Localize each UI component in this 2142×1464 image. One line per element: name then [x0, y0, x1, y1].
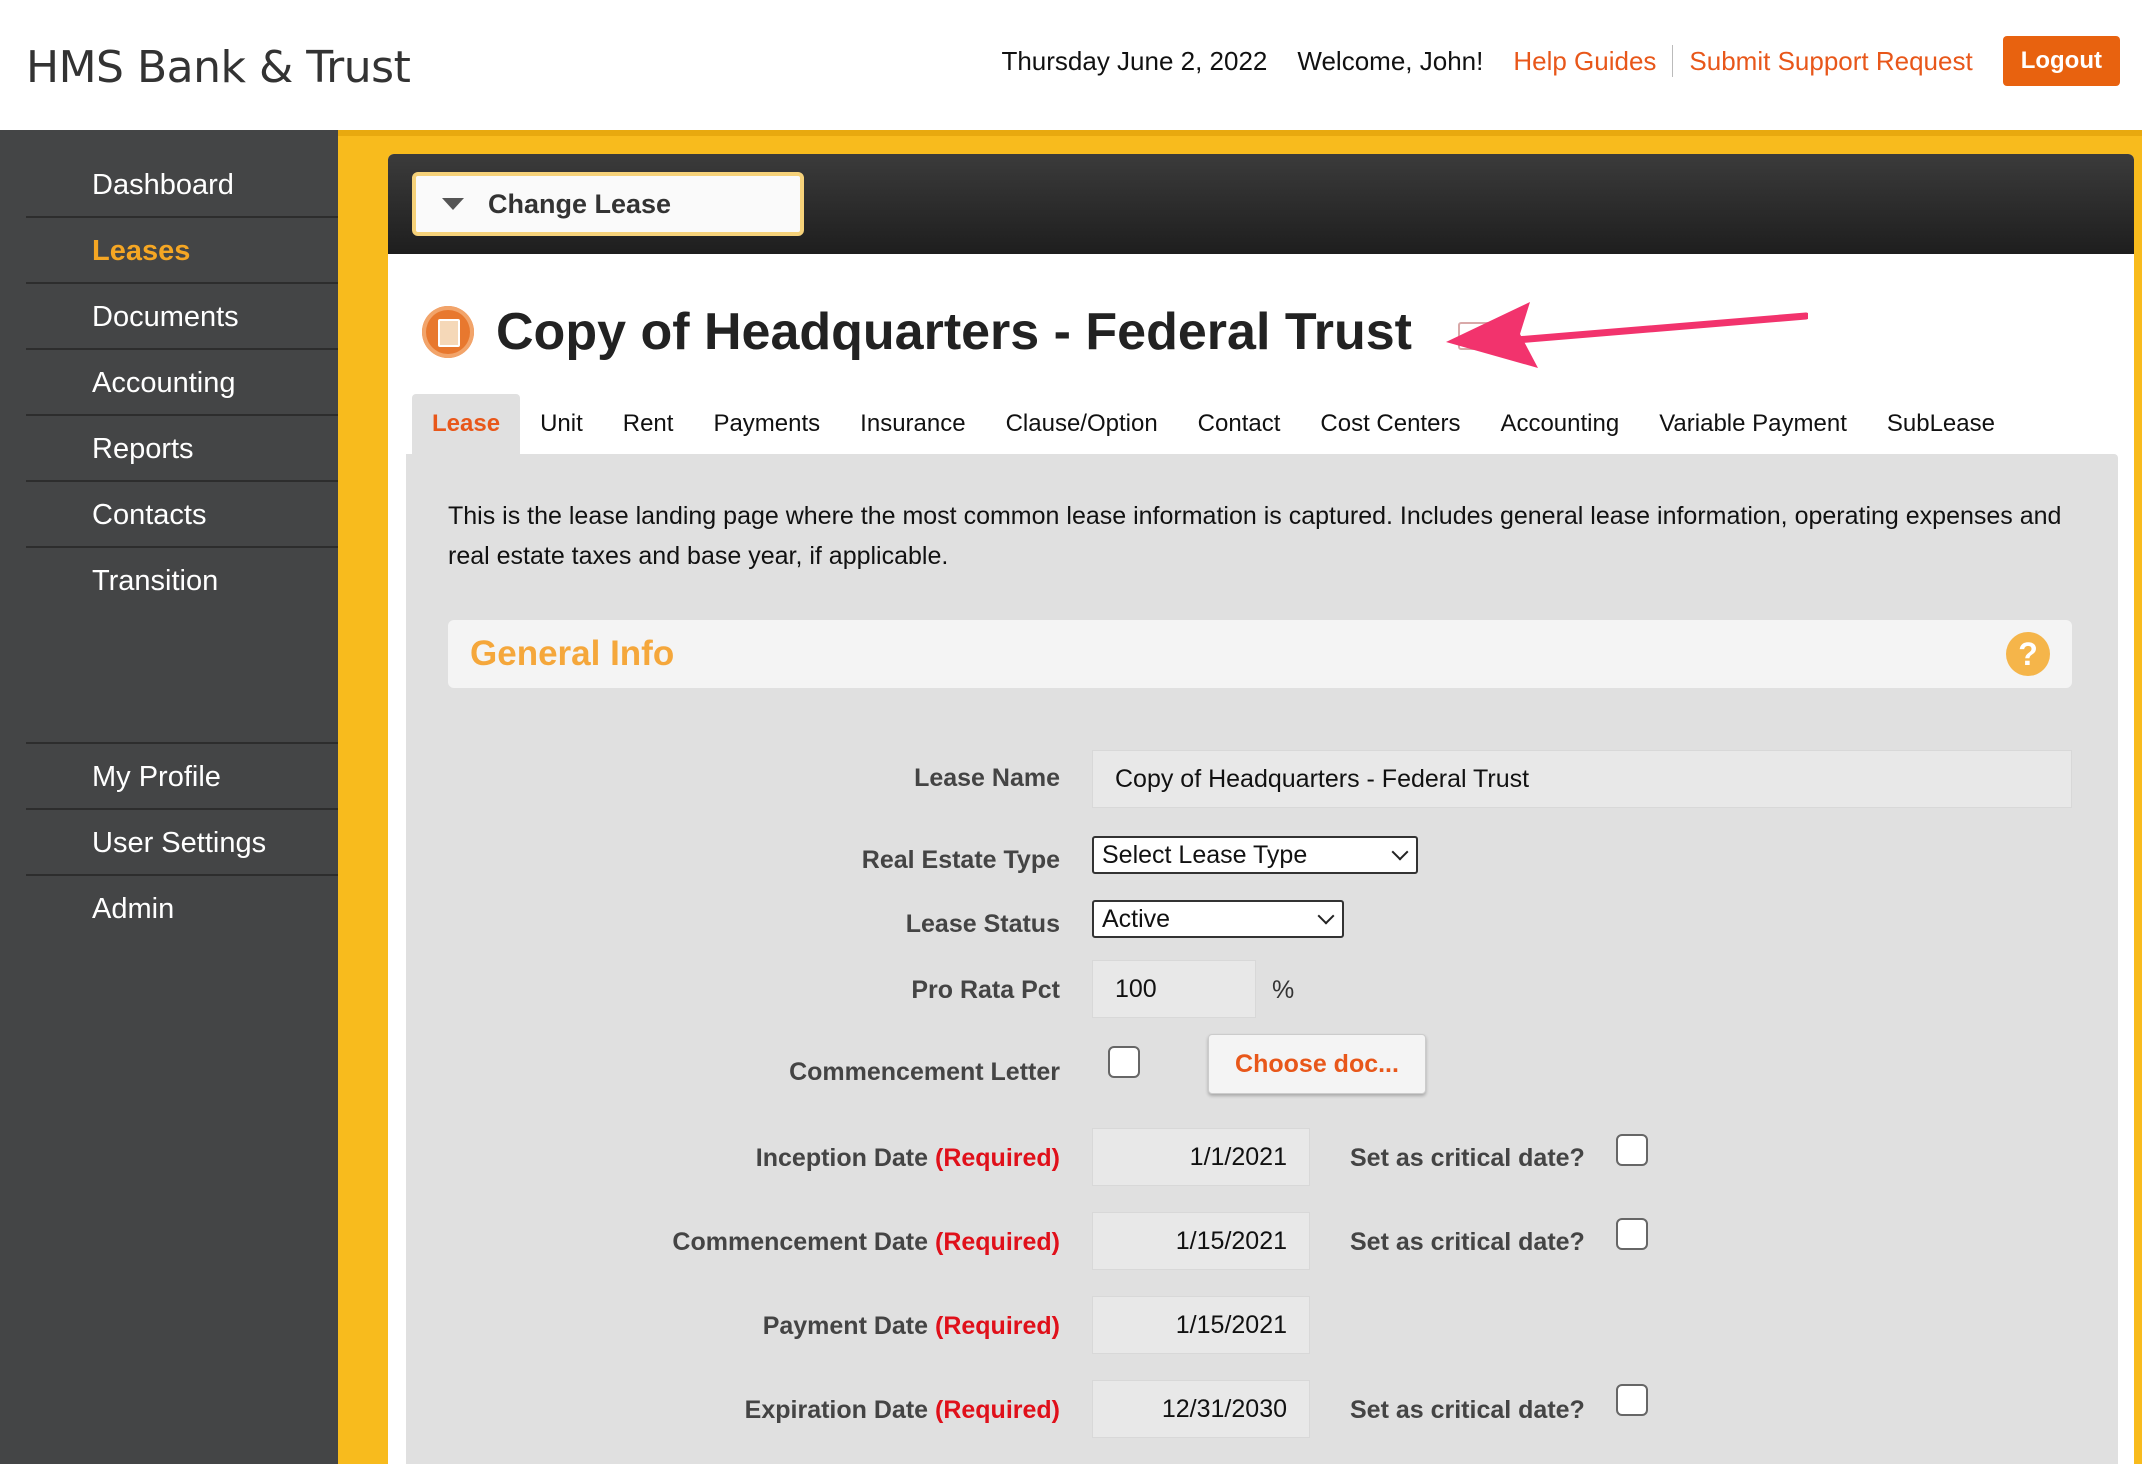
lease-name-input[interactable]: Copy of Headquarters - Federal Trust: [1092, 750, 2072, 808]
welcome-text: Welcome, John!: [1297, 45, 1484, 76]
inception-critical-checkbox[interactable]: [1616, 1134, 1648, 1166]
lease-document-icon: [422, 306, 474, 358]
section-title: General Info: [470, 634, 675, 673]
expiration-date-input[interactable]: 12/31/2030: [1092, 1380, 1310, 1438]
tab-cost-centers[interactable]: Cost Centers: [1300, 394, 1480, 454]
lease-tabs: Lease Unit Rent Payments Insurance Claus…: [412, 394, 2015, 454]
sidebar-item-reports[interactable]: Reports: [26, 416, 338, 482]
lease-name-label: Lease Name: [914, 764, 1060, 792]
tab-contact[interactable]: Contact: [1178, 394, 1301, 454]
inception-date-label: Inception Date (Required): [756, 1144, 1060, 1173]
choose-doc-button[interactable]: Choose doc...: [1208, 1034, 1426, 1094]
required-marker: (Required): [935, 1144, 1060, 1172]
tab-sublease[interactable]: SubLease: [1867, 394, 2015, 454]
page-title: Copy of Headquarters - Federal Trust: [496, 303, 1412, 361]
help-guides-link[interactable]: Help Guides: [1513, 46, 1656, 77]
required-marker: (Required): [935, 1312, 1060, 1340]
commencement-critical-label: Set as critical date?: [1350, 1228, 1585, 1256]
expiration-date-label: Expiration Date (Required): [745, 1396, 1060, 1425]
commencement-date-text: Commencement Date: [672, 1228, 929, 1256]
top-header: HMS Bank & Trust Thursday June 2, 2022 W…: [0, 0, 2142, 130]
tab-clause-option[interactable]: Clause/Option: [986, 394, 1178, 454]
commencement-date-input[interactable]: 1/15/2021: [1092, 1212, 1310, 1270]
sidebar-item-admin[interactable]: Admin: [26, 876, 338, 942]
expiration-date-text: Expiration Date: [744, 1396, 929, 1424]
page-description: This is the lease landing page where the…: [448, 502, 2062, 570]
pro-rata-input[interactable]: 100: [1092, 960, 1256, 1018]
frame-top-border: [338, 130, 2142, 136]
change-lease-label: Change Lease: [488, 188, 672, 219]
annotation-arrow-icon: [1446, 302, 1808, 368]
chevron-down-icon: [1317, 907, 1335, 925]
sidebar-item-my-profile[interactable]: My Profile: [26, 744, 338, 810]
percent-unit: %: [1272, 976, 1295, 1004]
logout-button[interactable]: Logout: [2002, 36, 2120, 86]
payment-date-label: Payment Date (Required): [763, 1312, 1060, 1341]
inception-date-text: Inception Date: [755, 1144, 929, 1172]
header-divider: [1672, 45, 1674, 77]
expiration-critical-checkbox[interactable]: [1616, 1384, 1648, 1416]
chevron-down-icon: [1391, 843, 1409, 861]
general-info-header: General Info ?: [448, 620, 2072, 688]
expiration-critical-label: Set as critical date?: [1350, 1396, 1585, 1424]
sidebar-item-documents[interactable]: Documents: [26, 284, 338, 350]
lease-status-select[interactable]: Active: [1092, 900, 1344, 938]
payment-date-text: Payment Date: [762, 1312, 929, 1340]
required-marker: (Required): [935, 1228, 1060, 1256]
help-icon[interactable]: ?: [2006, 632, 2050, 676]
inception-critical-label: Set as critical date?: [1350, 1144, 1585, 1172]
pro-rata-label: Pro Rata Pct: [911, 976, 1060, 1004]
tab-variable-payment[interactable]: Variable Payment: [1639, 394, 1867, 454]
tab-insurance[interactable]: Insurance: [840, 394, 985, 454]
real-estate-type-select[interactable]: Select Lease Type: [1092, 836, 1418, 874]
real-estate-type-value: Select Lease Type: [1102, 840, 1308, 869]
brand-logo[interactable]: HMS Bank & Trust: [26, 42, 411, 93]
current-date: Thursday June 2, 2022: [1001, 45, 1268, 76]
commencement-critical-checkbox[interactable]: [1616, 1218, 1648, 1250]
lease-status-label: Lease Status: [905, 910, 1060, 938]
header-actions: Thursday June 2, 2022 Welcome, John! Hel…: [1001, 36, 2120, 86]
tab-payments[interactable]: Payments: [693, 394, 840, 454]
inception-date-input[interactable]: 1/1/2021: [1092, 1128, 1310, 1186]
commencement-letter-label: Commencement Letter: [789, 1058, 1060, 1086]
tab-unit[interactable]: Unit: [520, 394, 603, 454]
tab-lease[interactable]: Lease: [412, 394, 521, 454]
caret-down-icon: [442, 198, 464, 210]
real-estate-type-label: Real Estate Type: [861, 846, 1060, 874]
sidebar-item-dashboard[interactable]: Dashboard: [26, 152, 338, 218]
sidebar-item-user-settings[interactable]: User Settings: [26, 810, 338, 876]
sidebar-item-leases[interactable]: Leases: [26, 218, 338, 284]
sidebar-item-transition[interactable]: Transition: [26, 548, 338, 614]
lease-panel: Change Lease Copy of Headquarters - Fede…: [388, 154, 2134, 1464]
payment-date-input[interactable]: 1/15/2021: [1092, 1296, 1310, 1354]
sidebar: Dashboard Leases Documents Accounting Re…: [0, 130, 338, 1464]
panel-toolbar: Change Lease: [388, 154, 2134, 254]
lease-status-value: Active: [1102, 904, 1171, 933]
sidebar-item-accounting[interactable]: Accounting: [26, 350, 338, 416]
tab-rent[interactable]: Rent: [603, 394, 694, 454]
sidebar-item-contacts[interactable]: Contacts: [26, 482, 338, 548]
commencement-letter-checkbox[interactable]: [1108, 1046, 1140, 1078]
submit-support-link[interactable]: Submit Support Request: [1689, 46, 1972, 77]
tab-accounting[interactable]: Accounting: [1480, 394, 1639, 454]
tab-content: This is the lease landing page where the…: [406, 454, 2118, 1464]
required-marker: (Required): [935, 1396, 1060, 1424]
change-lease-dropdown[interactable]: Change Lease: [412, 172, 804, 236]
page-title-row: Copy of Headquarters - Federal Trust: [422, 292, 1412, 372]
commencement-date-label: Commencement Date (Required): [672, 1228, 1060, 1257]
